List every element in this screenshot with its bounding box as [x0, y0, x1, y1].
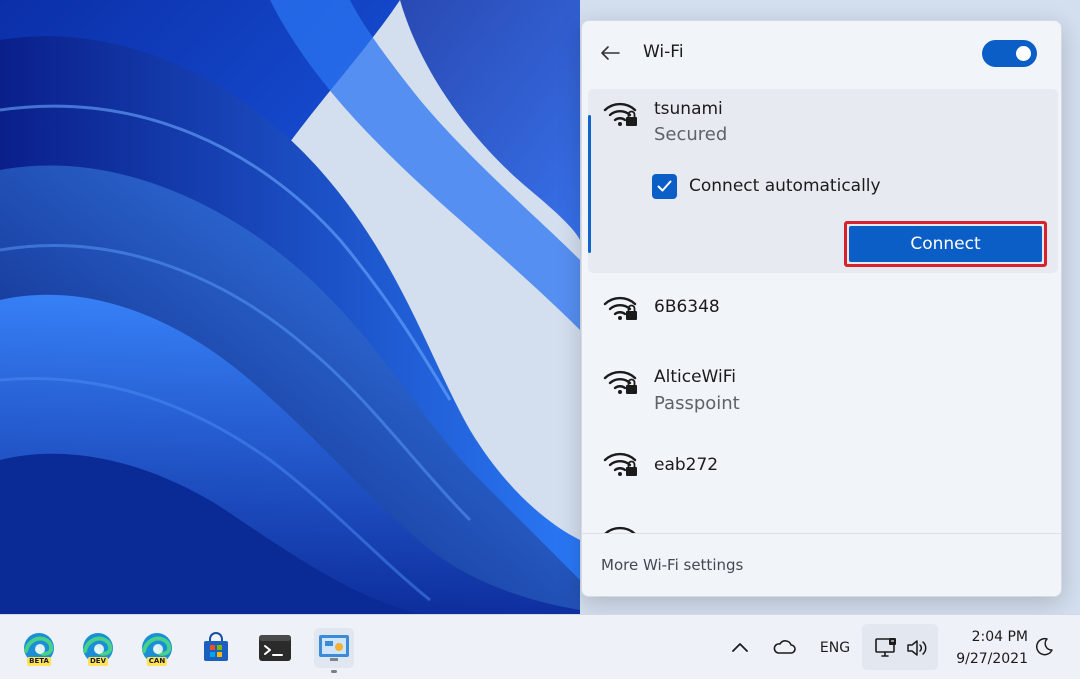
- taskbar-app-microsoft-store[interactable]: [196, 628, 236, 668]
- network-ssid: eab272: [654, 455, 719, 475]
- network-ssid: tsunami: [654, 99, 723, 119]
- flyout-header: Wi-Fi: [582, 21, 1061, 85]
- network-item-partial[interactable]: [588, 515, 1058, 533]
- connect-button[interactable]: Connect: [844, 221, 1047, 267]
- checkmark-icon: [657, 180, 672, 192]
- wifi-secured-icon: [603, 452, 637, 476]
- taskbar-app-edge-canary[interactable]: CAN: [137, 628, 177, 668]
- clock-button[interactable]: 2:04 PM 9/27/2021: [944, 626, 1028, 670]
- taskbar-app-terminal[interactable]: [255, 628, 295, 668]
- focus-assist-button[interactable]: [1032, 635, 1056, 659]
- network-item-6b6348[interactable]: 6B6348: [588, 281, 1058, 345]
- running-indicator: [331, 670, 337, 673]
- clock-time: 2:04 PM: [971, 629, 1028, 645]
- connect-button-label: Connect: [849, 226, 1042, 262]
- app-badge: BETA: [27, 657, 51, 666]
- taskbar: BETA DEV CAN ENG 2:04 PM 9/27/2021: [0, 614, 1080, 679]
- cloud-icon: [773, 640, 796, 654]
- onedrive-tray-button[interactable]: [770, 635, 798, 659]
- wifi-icon: [604, 526, 636, 533]
- taskbar-app-control-panel[interactable]: [314, 628, 354, 668]
- network-item-eab272[interactable]: eab272: [588, 435, 1058, 499]
- store-icon: [204, 632, 228, 661]
- more-wifi-settings-link[interactable]: More Wi-Fi settings: [601, 556, 743, 574]
- quick-settings-button[interactable]: [862, 624, 938, 670]
- clock-date: 9/27/2021: [956, 651, 1028, 667]
- taskbar-app-edge-dev[interactable]: DEV: [78, 628, 118, 668]
- wifi-secured-icon: [603, 370, 637, 394]
- terminal-icon: [259, 635, 291, 661]
- checkbox-label: Connect automatically: [689, 176, 881, 196]
- toggle-knob: [1016, 46, 1031, 61]
- wifi-flyout: Wi-Fi tsunami Secured Connect automatica…: [581, 20, 1062, 597]
- app-badge: CAN: [146, 657, 168, 666]
- flyout-title: Wi-Fi: [643, 42, 684, 62]
- back-button[interactable]: [596, 41, 624, 65]
- chevron-up-icon: [732, 643, 748, 652]
- network-list[interactable]: tsunami Secured Connect automatically Co…: [582, 85, 1061, 533]
- moon-icon: [1036, 637, 1053, 656]
- volume-icon: [907, 640, 927, 656]
- app-badge: DEV: [87, 657, 109, 666]
- connect-automatically-checkbox[interactable]: Connect automatically: [652, 173, 881, 199]
- wifi-secured-icon: [603, 102, 637, 126]
- wifi-secured-icon: [603, 296, 637, 320]
- wifi-toggle[interactable]: [982, 40, 1037, 67]
- control-panel-icon: [319, 635, 349, 661]
- network-ssid: 6B6348: [654, 297, 720, 317]
- checkbox-box[interactable]: [652, 173, 677, 199]
- selection-indicator: [588, 115, 591, 253]
- network-status: Secured: [654, 124, 728, 145]
- network-status: Passpoint: [654, 393, 740, 414]
- network-ssid: AlticeWiFi: [654, 367, 736, 387]
- back-arrow-icon: [601, 46, 620, 60]
- taskbar-app-edge-beta[interactable]: BETA: [19, 628, 59, 668]
- language-indicator[interactable]: ENG: [814, 637, 856, 659]
- network-item-tsunami[interactable]: tsunami Secured Connect automatically Co…: [588, 89, 1058, 273]
- network-item-alticewifi[interactable]: AlticeWiFi Passpoint: [588, 351, 1058, 423]
- show-hidden-icons-button[interactable]: [728, 635, 752, 659]
- network-monitor-icon: [875, 638, 896, 657]
- flyout-footer: More Wi-Fi settings: [582, 533, 1061, 596]
